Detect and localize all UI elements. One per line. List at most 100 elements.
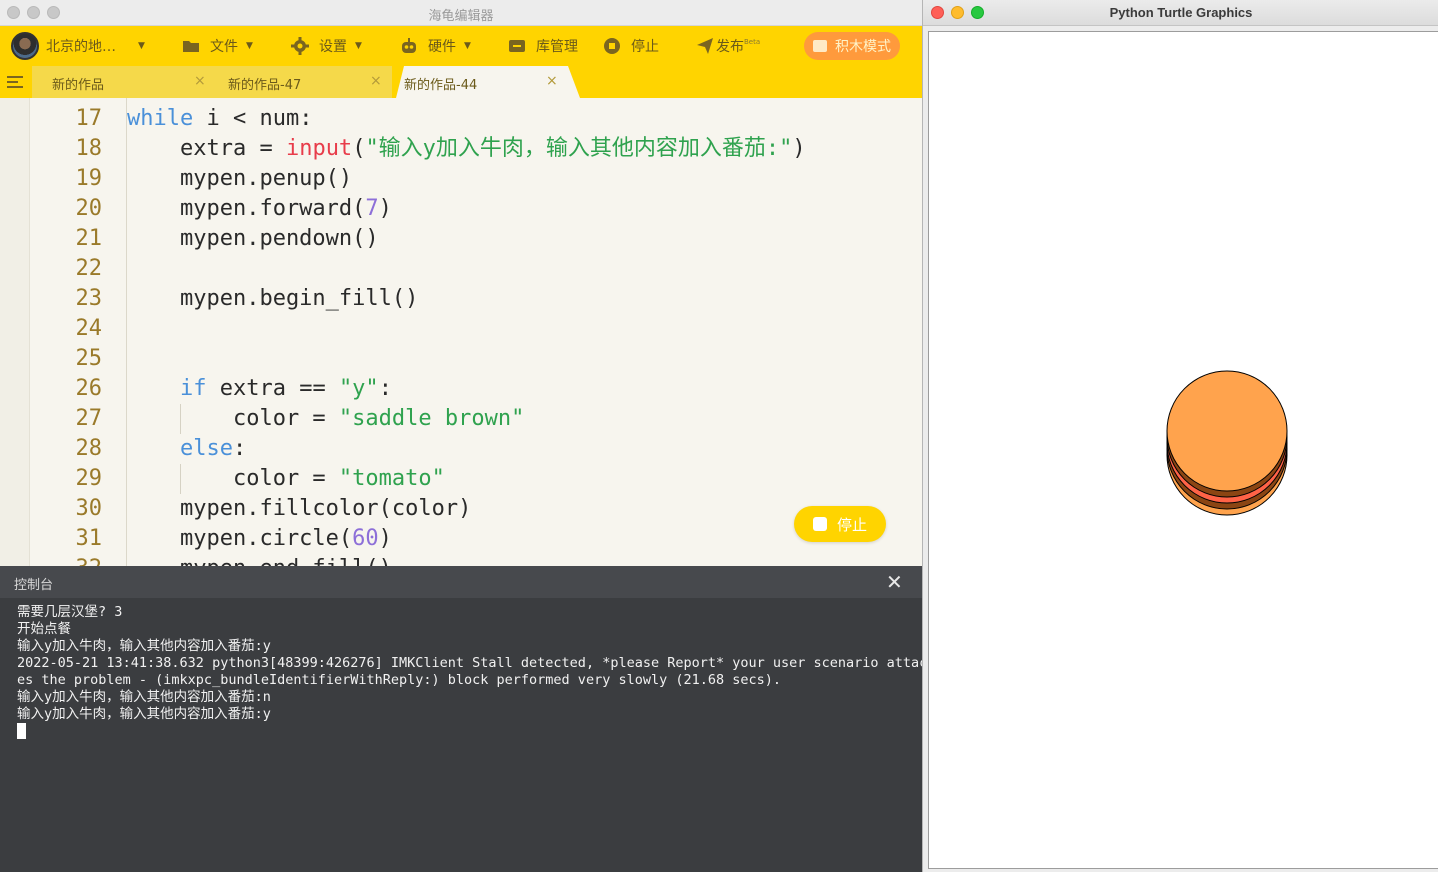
library-button-label: 库管理 — [536, 39, 578, 55]
block-mode-button[interactable]: 积木模式 — [804, 32, 900, 60]
line-number: 27 — [75, 406, 103, 431]
publish-button[interactable]: 发布 Beta — [696, 26, 760, 66]
line-number: 20 — [75, 196, 103, 221]
box-icon — [509, 40, 525, 52]
console-line: 2022-05-21 13:41:38.632 python3[48399:42… — [17, 655, 922, 671]
console-line: 输入y加入牛肉，输入其他内容加入番茄:y — [17, 638, 271, 654]
line-number: 21 — [75, 226, 103, 251]
code-line[interactable]: 27 color = "saddle brown" — [0, 404, 922, 434]
line-number: 25 — [75, 346, 103, 371]
code-line[interactable]: 22 — [0, 254, 922, 284]
turtle-window: Python Turtle Graphics — [922, 0, 1438, 872]
code-text: color = "saddle brown" — [127, 406, 525, 431]
folder-icon — [183, 41, 199, 52]
robot-icon — [402, 38, 416, 53]
beta-badge: Beta — [744, 38, 761, 46]
close-icon[interactable]: ✕ — [886, 570, 903, 595]
turtle-canvas[interactable] — [928, 31, 1438, 869]
file-menu-label: 文件 — [210, 39, 238, 55]
chevron-down-icon: ▼ — [355, 41, 362, 51]
code-text: extra = input("输入y加入牛肉，输入其他内容加入番茄:") — [127, 136, 806, 161]
code-line[interactable]: 17 while i < num: — [0, 104, 922, 134]
chevron-down-icon: ▼ — [246, 41, 253, 51]
code-line[interactable]: 18 extra = input("输入y加入牛肉，输入其他内容加入番茄:") — [0, 134, 922, 164]
turtle-titlebar: Python Turtle Graphics — [923, 0, 1438, 26]
code-line[interactable]: 25 — [0, 344, 922, 374]
console-line: 输入y加入牛肉，输入其他内容加入番茄:y — [17, 706, 271, 722]
code-line[interactable]: 19 mypen.penup() — [0, 164, 922, 194]
avatar[interactable] — [11, 32, 39, 60]
code-line[interactable]: 30 mypen.fillcolor(color) — [0, 494, 922, 524]
user-name: 北京的地… — [46, 39, 116, 55]
tab-new-work[interactable]: 新的作品 × — [32, 66, 216, 98]
line-number: 31 — [75, 526, 103, 551]
console-output[interactable]: 需要几层汉堡? 3 开始点餐 输入y加入牛肉，输入其他内容加入番茄:y 2022-05… — [17, 604, 922, 740]
console-line: 输入y加入牛肉，输入其他内容加入番茄:n — [17, 689, 271, 705]
code-text: mypen.pendown() — [127, 226, 379, 251]
line-number: 23 — [75, 286, 103, 311]
stop-circle-icon — [604, 38, 620, 54]
code-line[interactable]: 24 — [0, 314, 922, 344]
library-button[interactable]: 库管理 — [508, 26, 578, 66]
line-number: 19 — [75, 166, 103, 191]
tab-bar: 新的作品 × 新的作品-47 × 新的作品-44 × — [0, 66, 922, 98]
editor-titlebar: 海龟编辑器 — [0, 0, 922, 26]
publish-button-label: 发布 — [716, 39, 744, 55]
code-editor[interactable]: 17 while i < num: 18 extra = input("输入y加入牛… — [0, 98, 922, 566]
window-title: 海龟编辑器 — [428, 9, 494, 24]
chevron-down-icon: ▼ — [464, 41, 471, 51]
block-mode-label: 积木模式 — [835, 39, 891, 55]
settings-menu-label: 设置 — [319, 39, 347, 55]
tab-new-work-47[interactable]: 新的作品-47 × — [208, 66, 392, 98]
window-title: Python Turtle Graphics — [1109, 5, 1253, 20]
code-line[interactable]: 20 mypen.forward(7) — [0, 194, 922, 224]
editor-window: 海龟编辑器 北京的地… ▼ 文件 ▼ 设置 ▼ 硬件 ▼ 库管理 停止 发布 B… — [0, 0, 922, 872]
floating-stop-label: 停止 — [836, 515, 867, 534]
tab-label: 新的作品-44 — [404, 78, 478, 93]
code-line[interactable]: 26 if extra == "y": — [0, 374, 922, 404]
code-text: mypen.forward(7) — [127, 196, 392, 221]
line-number: 18 — [75, 136, 103, 161]
user-menu[interactable]: 北京的地… ▼ — [46, 26, 145, 66]
code-text: mypen.end_fill() — [127, 554, 392, 566]
code-line[interactable]: 28 else: — [0, 434, 922, 464]
line-number: 30 — [75, 496, 103, 521]
burger-drawing — [1166, 370, 1288, 516]
gear-icon — [291, 37, 309, 55]
chevron-down-icon: ▼ — [138, 41, 145, 51]
floating-stop-button[interactable]: 停止 — [794, 506, 886, 542]
console-line: 需要几层汉堡? 3 — [17, 604, 123, 620]
tab-label: 新的作品 — [52, 78, 105, 93]
code-line[interactable]: 21 mypen.pendown() — [0, 224, 922, 254]
code-text: mypen.circle(60) — [127, 526, 392, 551]
line-number: 29 — [75, 466, 103, 491]
close-icon[interactable]: × — [546, 73, 558, 89]
close-icon[interactable]: × — [194, 73, 206, 89]
code-text: color = "tomato" — [127, 466, 445, 491]
blocks-icon — [813, 40, 827, 52]
code-line[interactable]: 23 mypen.begin_fill() — [0, 284, 922, 314]
toolbar: 北京的地… ▼ 文件 ▼ 设置 ▼ 硬件 ▼ 库管理 停止 发布 Beta — [0, 26, 922, 66]
line-number: 26 — [75, 376, 103, 401]
line-number: 22 — [75, 256, 103, 281]
code-text: else: — [179, 436, 247, 461]
stop-square-icon — [812, 517, 827, 531]
code-text: mypen.fillcolor(color) — [127, 496, 472, 521]
close-icon[interactable]: × — [370, 73, 382, 89]
line-number: 32 — [30, 554, 103, 566]
code-line[interactable]: 31 mypen.circle(60) — [0, 524, 922, 554]
stop-button[interactable]: 停止 — [603, 26, 659, 66]
file-menu[interactable]: 文件 ▼ — [182, 26, 253, 66]
hardware-menu-label: 硬件 — [428, 39, 456, 55]
code-text: while i < num: — [127, 106, 313, 131]
hamburger-menu-icon[interactable] — [6, 75, 24, 89]
console-line: es the problem - (imkxpc_bundleIdentifie… — [17, 672, 782, 688]
hardware-menu[interactable]: 硬件 ▼ — [400, 26, 471, 66]
console-input-line[interactable] — [17, 723, 922, 740]
console-title: 控制台 — [14, 578, 54, 593]
code-line[interactable]: 32 mypen.end_fill() — [0, 554, 922, 566]
tab-new-work-44[interactable]: 新的作品-44 × — [384, 66, 574, 98]
code-line[interactable]: 29 color = "tomato" — [0, 464, 922, 494]
line-number: 17 — [75, 106, 103, 131]
settings-menu[interactable]: 设置 ▼ — [291, 26, 362, 66]
